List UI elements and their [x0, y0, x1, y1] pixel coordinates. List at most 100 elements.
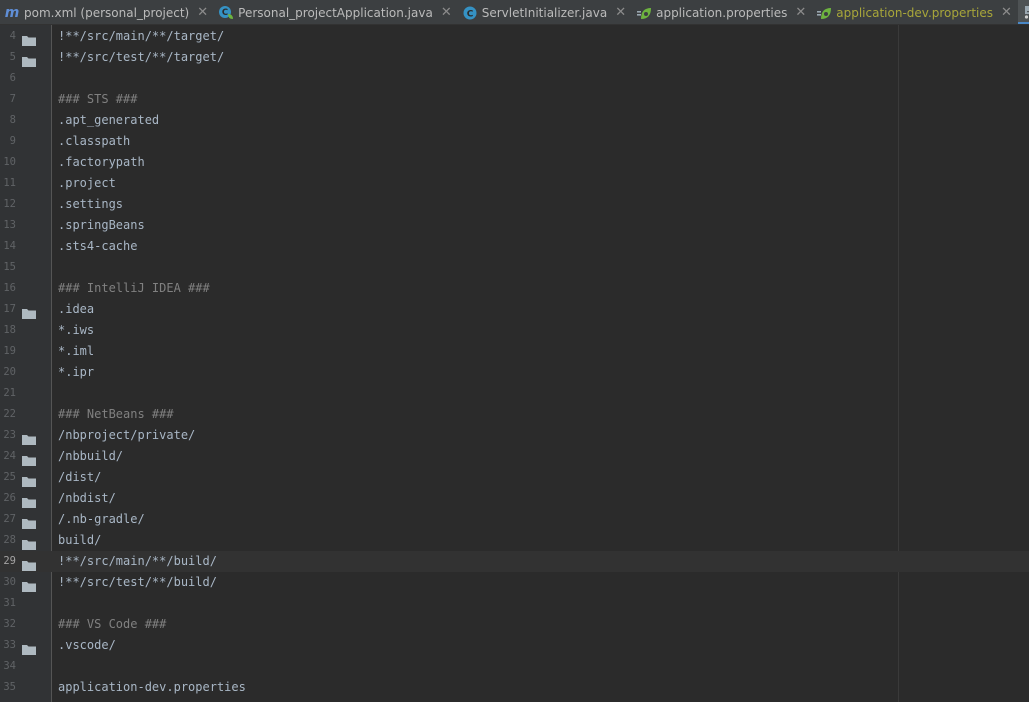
code-text: !**/src/main/**/target/ — [58, 29, 225, 43]
line-number: 14 — [3, 240, 16, 252]
code-line[interactable]: 14 .sts4-cache — [0, 236, 1029, 257]
folder-icon — [22, 514, 36, 529]
line-number: 31 — [3, 597, 16, 609]
code-text: build/ — [58, 533, 102, 547]
editor-tab[interactable]: C ServletInitializer.java ✕ — [458, 0, 632, 24]
editor-tab-label: ServletInitializer.java — [481, 5, 608, 20]
editor-tab-label: application.properties — [656, 5, 788, 20]
code-line[interactable]: 7 ### STS ### — [0, 89, 1029, 110]
line-number: 7 — [9, 93, 16, 105]
line-number: 26 — [3, 492, 16, 504]
close-icon[interactable]: ✕ — [441, 6, 452, 19]
code-text: .springBeans — [58, 218, 145, 232]
maven-icon: m — [4, 4, 20, 21]
code-text: *.ipr — [58, 365, 95, 379]
editor-tab[interactable]: application-dev.properties ✕ — [812, 0, 1018, 24]
code-editor[interactable]: 4 !**/src/main/**/target/5 !**/src/test/**… — [0, 25, 1029, 702]
code-text: *.iml — [58, 344, 95, 358]
line-number: 21 — [3, 387, 16, 399]
spring-class-icon: C — [218, 5, 234, 21]
code-comment: ### STS ### — [58, 92, 138, 106]
class-icon: C — [462, 5, 478, 21]
editor-tab[interactable]: application.properties ✕ — [632, 0, 812, 24]
code-text: !**/src/test/**/build/ — [58, 575, 217, 589]
code-line[interactable]: 23/nbproject/private/ — [0, 425, 1029, 446]
folder-icon — [22, 535, 36, 550]
line-number: 10 — [3, 156, 16, 168]
code-text: .idea — [58, 302, 95, 316]
close-icon[interactable]: ✕ — [197, 6, 208, 19]
code-text: .vscode/ — [58, 638, 116, 652]
folder-icon — [22, 472, 36, 487]
close-icon[interactable]: ✕ — [615, 6, 626, 19]
code-line[interactable]: 34 — [0, 656, 1029, 677]
line-number: 5 — [9, 51, 16, 63]
line-number: 29 — [3, 555, 16, 567]
line-number: 27 — [3, 513, 16, 525]
code-text: !**/src/test/**/target/ — [58, 50, 225, 64]
line-number: 33 — [3, 639, 16, 651]
code-line[interactable]: 33 .vscode/ — [0, 635, 1029, 656]
code-line[interactable]: 22 ### NetBeans ### — [0, 404, 1029, 425]
close-icon[interactable]: ✕ — [1001, 6, 1012, 19]
editor-tab-bar: m pom.xml (personal_project) ✕ C Personal_pr… — [0, 0, 1029, 25]
code-line[interactable]: 29 !**/src/main/**/build/ — [0, 551, 1029, 572]
code-line[interactable]: 9 .classpath — [0, 131, 1029, 152]
code-line[interactable]: 5 !**/src/test/**/target/ — [0, 47, 1029, 68]
code-line[interactable]: 28 build/ — [0, 530, 1029, 551]
line-number: 15 — [3, 261, 16, 273]
folder-icon — [22, 304, 36, 319]
code-line[interactable]: 27 /.nb-gradle/ — [0, 509, 1029, 530]
code-line[interactable]: 10 .factorypath — [0, 152, 1029, 173]
code-line[interactable]: 24/nbbuild/ — [0, 446, 1029, 467]
code-text: /dist/ — [58, 470, 102, 484]
editor-tab[interactable]: .gitignore✕ — [1017, 0, 1029, 24]
editor-tab[interactable]: m pom.xml (personal_project) ✕ — [0, 0, 214, 24]
code-line[interactable]: 6 — [0, 68, 1029, 89]
code-line[interactable]: 12 .settings — [0, 194, 1029, 215]
code-line[interactable]: 11 .project — [0, 173, 1029, 194]
code-comment: ### VS Code ### — [58, 617, 167, 631]
code-line[interactable]: 26/nbdist/ — [0, 488, 1029, 509]
code-line[interactable]: 8 .apt_generated — [0, 110, 1029, 131]
line-number: 13 — [3, 219, 16, 231]
line-number: 17 — [3, 303, 16, 315]
folder-icon — [22, 577, 36, 592]
code-line[interactable]: 21 — [0, 383, 1029, 404]
code-text: .classpath — [58, 134, 131, 148]
spring-properties-icon — [636, 5, 652, 21]
folder-icon — [22, 430, 36, 445]
code-line[interactable]: 32 ### VS Code ### — [0, 614, 1029, 635]
editor-tab[interactable]: C Personal_projectApplication.java ✕ — [214, 0, 458, 24]
line-number: 22 — [3, 408, 16, 420]
code-text: .factorypath — [58, 155, 145, 169]
editor-tab-label: application-dev.properties — [836, 5, 993, 20]
code-text: /nbproject/private/ — [58, 428, 196, 442]
code-line[interactable]: 15 — [0, 257, 1029, 278]
line-number: 18 — [3, 324, 16, 336]
code-line[interactable]: 25/dist/ — [0, 467, 1029, 488]
code-line[interactable]: 4 !**/src/main/**/target/ — [0, 26, 1029, 47]
code-line[interactable]: 30 !**/src/test/**/build/ — [0, 572, 1029, 593]
code-line[interactable]: 31 — [0, 593, 1029, 614]
code-text: .settings — [58, 197, 124, 211]
editor-tab-label: pom.xml (personal_project) — [24, 5, 190, 20]
folder-icon — [22, 451, 36, 466]
code-line[interactable]: 13 .springBeans — [0, 215, 1029, 236]
code-line[interactable]: 20 *.ipr — [0, 362, 1029, 383]
code-line[interactable]: 17 .idea — [0, 299, 1029, 320]
code-line[interactable]: 19 *.iml — [0, 341, 1029, 362]
line-number: 8 — [9, 114, 16, 126]
line-number: 9 — [9, 135, 16, 147]
line-number: 16 — [3, 282, 16, 294]
close-icon[interactable]: ✕ — [795, 6, 806, 19]
code-line[interactable]: 16 ### IntelliJ IDEA ### — [0, 278, 1029, 299]
folder-icon — [22, 640, 36, 655]
code-line[interactable]: 18 *.iws — [0, 320, 1029, 341]
code-text: *.iws — [58, 323, 95, 337]
code-text: .project — [58, 176, 116, 190]
code-text: /nbbuild/ — [58, 449, 124, 463]
line-number: 30 — [3, 576, 16, 588]
code-line[interactable]: 35 application-dev.properties — [0, 677, 1029, 698]
svg-text:C: C — [222, 8, 228, 18]
